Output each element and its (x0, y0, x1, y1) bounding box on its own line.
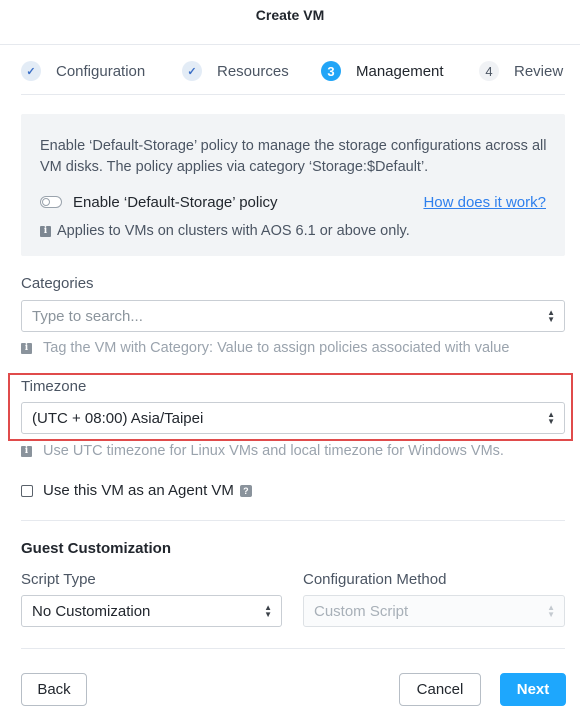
hint-text: Tag the VM with Category: Value to assig… (43, 340, 510, 356)
guest-customization-title: Guest Customization (21, 540, 172, 557)
dialog-title: Create VM (255, 7, 325, 23)
storage-policy-description: Enable ‘Default-Storage’ policy to manag… (40, 138, 547, 175)
storage-policy-panel: Enable ‘Default-Storage’ policy to manag… (21, 114, 565, 256)
categories-hint: i Tag the VM with Category: Value to ass… (21, 340, 509, 356)
hint-text: Use UTC timezone for Linux VMs and local… (43, 443, 504, 459)
step-label: Resources (217, 62, 289, 80)
chevron-up-down-icon: ▲ ▼ (547, 410, 555, 426)
toggle-knob (42, 198, 50, 206)
step-number: 3 (321, 61, 341, 81)
configuration-method-label: Configuration Method (303, 571, 447, 588)
info-icon: i (21, 342, 32, 354)
info-icon: i (21, 445, 32, 457)
timezone-select[interactable]: (UTC + 08:00) Asia/Taipei ▲ ▼ (21, 402, 565, 434)
configuration-method-value: Custom Script (314, 602, 409, 620)
agent-vm-row[interactable]: Use this VM as an Agent VM ? (21, 482, 252, 499)
how-does-it-work-link[interactable]: How does it work? (423, 194, 546, 211)
script-type-label: Script Type (21, 571, 96, 588)
cancel-button[interactable]: Cancel (399, 673, 481, 706)
chevron-up-down-icon: ▲ ▼ (547, 308, 555, 324)
step-review[interactable]: 4 Review (479, 60, 563, 82)
chevron-up-down-icon: ▲ ▼ (264, 603, 272, 619)
next-button[interactable]: Next (500, 673, 566, 706)
configuration-method-select: Custom Script ▲ ▼ (303, 595, 565, 627)
agent-vm-checkbox[interactable] (21, 484, 33, 497)
categories-search-input[interactable]: Type to search... ▲ ▼ (21, 300, 565, 332)
step-label: Management (356, 62, 444, 80)
storage-policy-toggle-label: Enable ‘Default-Storage’ policy (73, 194, 278, 211)
storage-policy-note: i Applies to VMs on clusters with AOS 6.… (40, 223, 410, 239)
info-icon: i (40, 225, 51, 237)
check-icon: ✓ (21, 61, 41, 81)
script-type-value: No Customization (32, 602, 151, 620)
check-icon: ✓ (182, 61, 202, 81)
script-type-select[interactable]: No Customization ▲ ▼ (21, 595, 282, 627)
step-resources[interactable]: ✓ Resources (182, 60, 289, 82)
divider (21, 648, 565, 649)
divider (0, 44, 580, 45)
step-number: 4 (479, 61, 499, 81)
step-label: Review (514, 62, 564, 80)
agent-vm-label: Use this VM as an Agent VM (43, 482, 234, 499)
timezone-label: Timezone (21, 378, 87, 395)
chevron-up-down-icon: ▲ ▼ (547, 603, 555, 619)
divider (21, 520, 565, 521)
step-label: Configuration (56, 62, 146, 80)
note-text: Applies to VMs on clusters with AOS 6.1 … (57, 223, 410, 239)
divider (21, 94, 565, 95)
categories-placeholder: Type to search... (32, 307, 143, 325)
timezone-value: (UTC + 08:00) Asia/Taipei (32, 409, 204, 427)
step-configuration[interactable]: ✓ Configuration (21, 60, 145, 82)
storage-policy-toggle[interactable] (40, 196, 62, 208)
timezone-hint: i Use UTC timezone for Linux VMs and loc… (21, 443, 504, 459)
step-management[interactable]: 3 Management (321, 60, 444, 82)
categories-label: Categories (21, 275, 94, 292)
back-button[interactable]: Back (21, 673, 87, 706)
help-icon[interactable]: ? (239, 484, 252, 497)
